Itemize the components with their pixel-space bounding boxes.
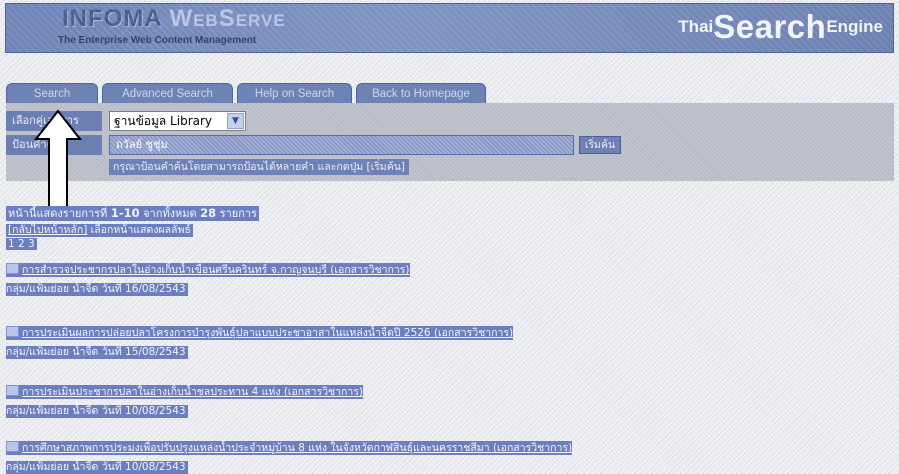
back-to-home-link[interactable]: [กลับไปหน้าหลัก] (8, 224, 87, 236)
brand-tagline: The Enterprise Web Content Management (58, 35, 257, 46)
document-icon (6, 385, 19, 396)
search-form-panel: เลือกคู่เอกสาร ฐานข้อมูล Library ▼ ป้อนค… (6, 103, 894, 181)
result-title-link[interactable]: การศึกษาสภาพการประมงเพื่อปรับปรุงแหล่งน้… (6, 441, 573, 455)
brand-name-part2: WebServe (169, 5, 286, 32)
summary-prefix: หน้านี้แสดงรายการที่ (8, 207, 108, 220)
list-item: การศึกษาสภาพการประมงเพื่อปรับปรุงแหล่งน้… (6, 441, 573, 474)
summary-range: 1-10 (110, 206, 140, 220)
tab-help-on-search[interactable]: Help on Search (237, 83, 352, 103)
tab-search[interactable]: Search (6, 83, 98, 103)
list-item: การประเมินประชากรปลาในอ่างเก็บน้ำชลประทา… (6, 385, 364, 418)
search-input[interactable]: ถวัลย์ ชูชุ่ม (109, 135, 574, 155)
document-icon (6, 441, 19, 452)
result-meta: กลุ่ม/แฟ้มย่อย น้ำจืด วันที่ 10/08/2543 (6, 461, 188, 474)
thai-search-engine-logo: ThaiSearchEngine (678, 8, 883, 46)
tab-advanced-search[interactable]: Advanced Search (102, 83, 233, 103)
tab-back-to-homepage[interactable]: Back to Homepage (356, 83, 486, 103)
summary-total: 28 (200, 206, 217, 220)
result-meta: กลุ่ม/แฟ้มย่อย น้ำจืด วันที่ 15/08/2543 (6, 346, 188, 359)
logo-engine: Engine (826, 17, 883, 36)
chevron-down-icon[interactable]: ▼ (227, 113, 244, 129)
document-icon (6, 263, 19, 274)
result-meta: กลุ่ม/แฟ้มย่อย น้ำจืด วันที่ 16/08/2543 (6, 283, 188, 296)
results-summary: หน้านี้แสดงรายการที่ 1-10 จากทั้งหมด 28 … (6, 206, 259, 221)
list-item: การประเมินผลการปล่อยปลาโครงการบำรุงพันธุ… (6, 326, 514, 359)
result-title-link[interactable]: การประเมินผลการปล่อยปลาโครงการบำรุงพันธุ… (6, 326, 514, 340)
result-meta: กลุ่ม/แฟ้มย่อย น้ำจืด วันที่ 10/08/2543 (6, 405, 188, 418)
database-select[interactable]: ฐานข้อมูล Library ▼ (109, 111, 246, 131)
start-search-button[interactable]: เริ่มค้น (579, 136, 621, 154)
database-select-value: ฐานข้อมูล Library (114, 114, 213, 128)
result-title-link[interactable]: การสำรวจประชากรปลาในอ่างเก็บน้ำเขื่อนศรี… (6, 263, 410, 277)
pagination[interactable]: 1 2 3 (6, 238, 37, 250)
results-navigation: [กลับไปหน้าหลัก] เลือกหน้าแสดงผลลัพธ์ (6, 224, 193, 237)
list-item: การสำรวจประชากรปลาในอ่างเก็บน้ำเขื่อนศรี… (6, 263, 410, 296)
result-title-link[interactable]: การประเมินประชากรปลาในอ่างเก็บน้ำชลประทา… (6, 385, 364, 399)
annotation-up-arrow-icon (34, 109, 82, 208)
choose-page-label: เลือกหน้าแสดงผลลัพธ์ (90, 224, 191, 236)
logo-thai: Thai (678, 17, 714, 36)
search-hint-text: กรุณาป้อนคำค้นโดยสามารถป้อนได้หลายคำ และ… (109, 159, 410, 175)
summary-middle: จากทั้งหมด (143, 207, 197, 220)
brand-name-part1: INFOMA (62, 5, 162, 32)
logo-search: Search (713, 8, 827, 45)
header-banner: INFOMA WebServe The Enterprise Web Conte… (5, 3, 894, 53)
document-icon (6, 326, 19, 337)
summary-suffix: รายการ (219, 207, 257, 220)
brand-logo: INFOMA WebServe (62, 5, 286, 33)
search-tabs: Search Advanced Search Help on Search Ba… (6, 83, 490, 103)
